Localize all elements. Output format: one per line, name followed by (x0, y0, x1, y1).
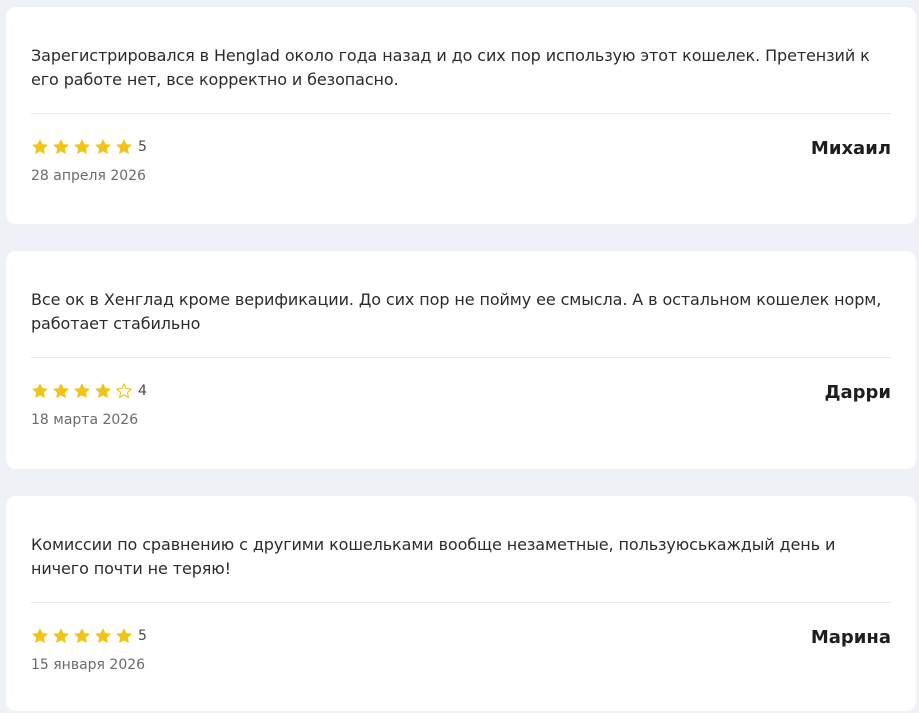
star-filled-icon (95, 628, 111, 643)
review-author: Дарри (824, 382, 891, 403)
star-filled-icon (116, 628, 132, 643)
star-filled-icon (95, 383, 111, 398)
review-text: Комиссии по сравнению с другими кошелька… (31, 535, 836, 578)
star-rating: 4 (31, 381, 147, 401)
star-filled-icon (53, 383, 69, 398)
star-rating: 5 (31, 137, 147, 157)
rating-value: 5 (138, 139, 147, 155)
review-footer: 4 18 марта 2026 Дарри (31, 358, 891, 468)
review-text: Зарегистрировался в Henglad около года н… (31, 46, 870, 89)
star-filled-icon (116, 139, 132, 154)
stars (31, 627, 136, 645)
review-footer: 5 15 января 2026 Марина (31, 603, 891, 713)
star-filled-icon (74, 628, 90, 643)
stars (31, 382, 136, 400)
review-card: Все ок в Хенглад кроме верификации. До с… (6, 251, 916, 469)
review-card: Зарегистрировался в Henglad около года н… (6, 7, 916, 224)
star-filled-icon (32, 139, 48, 154)
review-author: Михаил (810, 138, 891, 159)
review-date: 15 января 2026 (31, 657, 146, 673)
star-outline-icon (116, 383, 132, 399)
review-date: 28 апреля 2026 (31, 168, 146, 184)
star-filled-icon (95, 139, 111, 154)
star-filled-icon (32, 383, 48, 398)
review-author: Марина (810, 627, 891, 648)
review-card: Комиссии по сравнению с другими кошелька… (6, 496, 916, 711)
review-date: 18 марта 2026 (31, 412, 139, 428)
star-filled-icon (53, 628, 69, 643)
stars (31, 138, 136, 156)
star-filled-icon (74, 139, 90, 154)
star-filled-icon (32, 628, 48, 643)
rating-value: 5 (138, 628, 147, 644)
star-rating: 5 (31, 626, 147, 646)
review-footer: 5 28 апреля 2026 Михаил (31, 114, 891, 224)
review-text: Все ок в Хенглад кроме верификации. До с… (31, 290, 882, 333)
rating-value: 4 (138, 383, 147, 399)
star-filled-icon (74, 383, 90, 398)
star-filled-icon (53, 139, 69, 154)
